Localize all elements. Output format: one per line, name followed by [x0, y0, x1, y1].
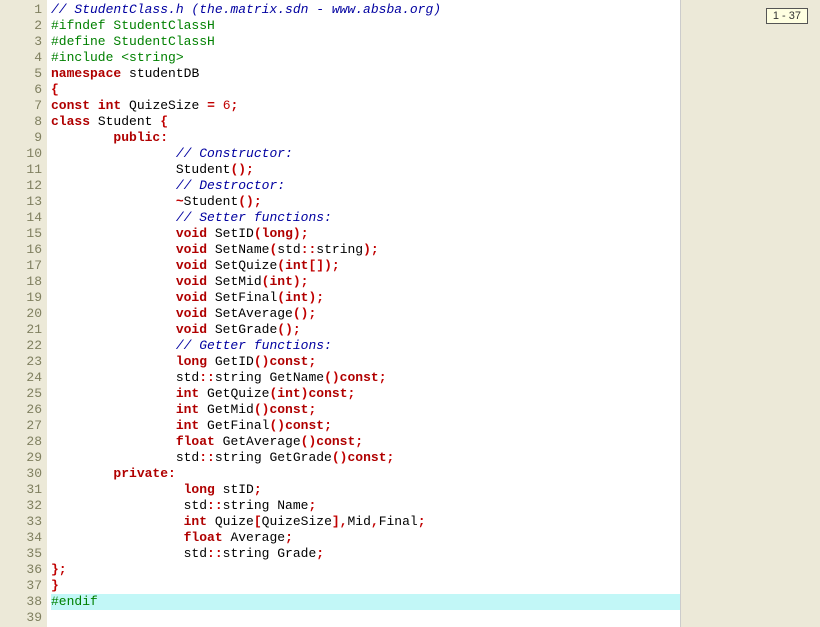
line-number: 35: [0, 546, 42, 562]
line-number: 38: [0, 594, 42, 610]
code-line: void SetID(long);: [51, 226, 680, 242]
code-line: void SetAverage();: [51, 306, 680, 322]
code-line: // Getter functions:: [51, 338, 680, 354]
code-line: float GetAverage()const;: [51, 434, 680, 450]
code-line: [51, 610, 680, 626]
line-number: 34: [0, 530, 42, 546]
code-line: #define StudentClassH: [51, 34, 680, 50]
code-line: namespace studentDB: [51, 66, 680, 82]
line-number: 11: [0, 162, 42, 178]
line-number: 15: [0, 226, 42, 242]
line-number: 25: [0, 386, 42, 402]
line-number: 33: [0, 514, 42, 530]
line-number: 4: [0, 50, 42, 66]
line-number: 37: [0, 578, 42, 594]
code-line: void SetQuize(int[]);: [51, 258, 680, 274]
line-number: 8: [0, 114, 42, 130]
line-number: 10: [0, 146, 42, 162]
code-line: };: [51, 562, 680, 578]
line-number: 17: [0, 258, 42, 274]
line-number: 24: [0, 370, 42, 386]
line-number: 29: [0, 450, 42, 466]
code-line: #include <string>: [51, 50, 680, 66]
code-line: class Student {: [51, 114, 680, 130]
code-line: int Quize[QuizeSize],Mid,Final;: [51, 514, 680, 530]
code-line: float Average;: [51, 530, 680, 546]
code-line: long stID;: [51, 482, 680, 498]
line-number: 7: [0, 98, 42, 114]
line-number: 28: [0, 434, 42, 450]
line-number: 14: [0, 210, 42, 226]
code-line: #endif: [51, 594, 680, 610]
line-number: 26: [0, 402, 42, 418]
line-number: 21: [0, 322, 42, 338]
line-number-gutter: 1234567891011121314151617181920212223242…: [0, 0, 47, 627]
code-line: public:: [51, 130, 680, 146]
code-line: // StudentClass.h (the.matrix.sdn - www.…: [51, 2, 680, 18]
line-number: 1: [0, 2, 42, 18]
line-number: 9: [0, 130, 42, 146]
code-line: long GetID()const;: [51, 354, 680, 370]
code-line: std::string Name;: [51, 498, 680, 514]
code-line: Student();: [51, 162, 680, 178]
code-line: int GetMid()const;: [51, 402, 680, 418]
right-pane: [681, 0, 820, 627]
line-number: 19: [0, 290, 42, 306]
line-number: 5: [0, 66, 42, 82]
code-line: // Setter functions:: [51, 210, 680, 226]
range-badge: 1 - 37: [766, 8, 808, 24]
code-line: void SetMid(int);: [51, 274, 680, 290]
code-line: ~Student();: [51, 194, 680, 210]
line-number: 12: [0, 178, 42, 194]
line-number: 20: [0, 306, 42, 322]
code-line: int GetQuize(int)const;: [51, 386, 680, 402]
line-number: 13: [0, 194, 42, 210]
line-number: 18: [0, 274, 42, 290]
code-editor[interactable]: 1234567891011121314151617181920212223242…: [0, 0, 681, 627]
code-line: // Destroctor:: [51, 178, 680, 194]
line-number: 32: [0, 498, 42, 514]
line-number: 39: [0, 610, 42, 626]
code-line: std::string GetGrade()const;: [51, 450, 680, 466]
code-line: int GetFinal()const;: [51, 418, 680, 434]
code-area[interactable]: // StudentClass.h (the.matrix.sdn - www.…: [47, 0, 680, 627]
code-line: void SetFinal(int);: [51, 290, 680, 306]
code-line: std::string GetName()const;: [51, 370, 680, 386]
line-number: 27: [0, 418, 42, 434]
line-number: 16: [0, 242, 42, 258]
line-number: 31: [0, 482, 42, 498]
code-line: }: [51, 578, 680, 594]
code-line: // Constructor:: [51, 146, 680, 162]
line-number: 23: [0, 354, 42, 370]
code-line: void SetGrade();: [51, 322, 680, 338]
code-line: const int QuizeSize = 6;: [51, 98, 680, 114]
line-number: 36: [0, 562, 42, 578]
line-number: 2: [0, 18, 42, 34]
line-number: 6: [0, 82, 42, 98]
line-number: 22: [0, 338, 42, 354]
code-line: #ifndef StudentClassH: [51, 18, 680, 34]
line-number: 30: [0, 466, 42, 482]
code-line: {: [51, 82, 680, 98]
code-line: void SetName(std::string);: [51, 242, 680, 258]
code-line: std::string Grade;: [51, 546, 680, 562]
code-line: private:: [51, 466, 680, 482]
line-number: 3: [0, 34, 42, 50]
